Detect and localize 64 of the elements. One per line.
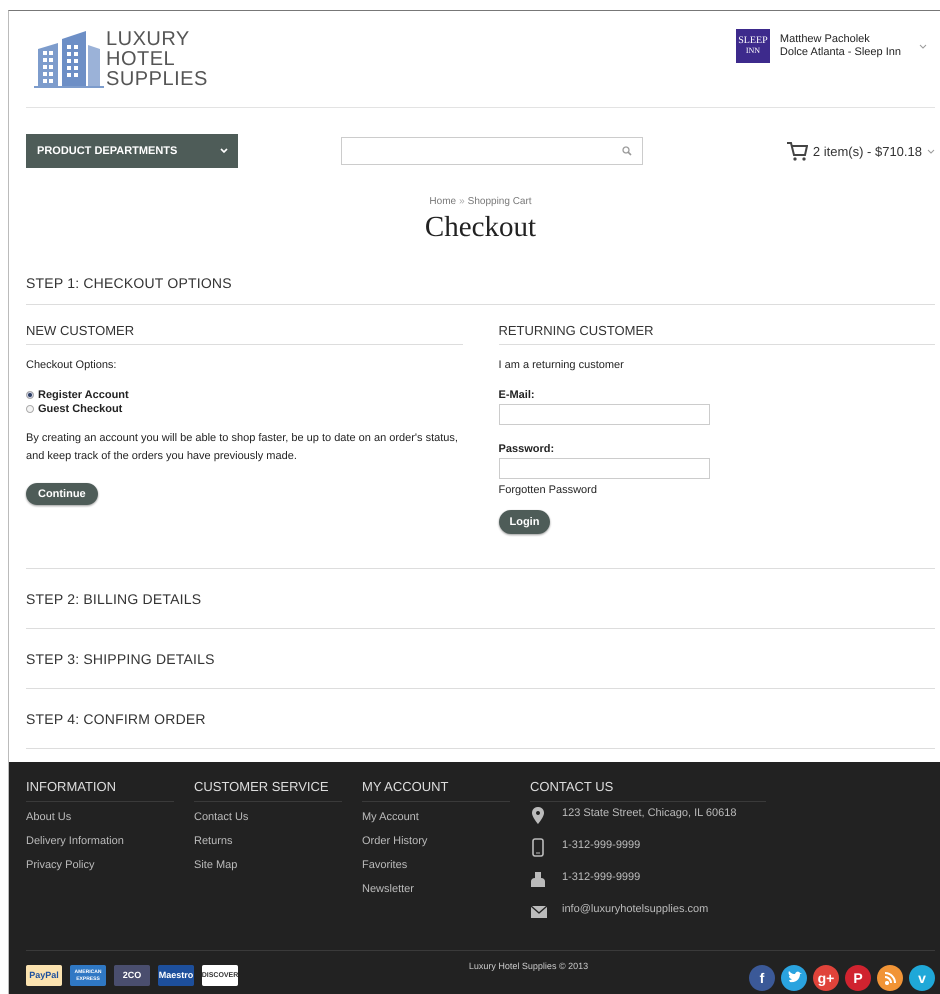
continue-button[interactable]: Continue <box>26 483 98 505</box>
step-heading[interactable]: STEP 3: SHIPPING DETAILS <box>26 629 935 688</box>
step-heading[interactable]: STEP 1: CHECKOUT OPTIONS <box>26 244 935 304</box>
property-name: Dolce Atlanta - Sleep Inn <box>780 46 901 59</box>
field-label: Password: <box>498 443 554 455</box>
forgot-password-link[interactable]: Forgotten Password <box>498 484 597 496</box>
breadcrumb-link[interactable]: Shopping Cart <box>468 196 532 207</box>
search-field[interactable] <box>340 137 643 165</box>
radio-label[interactable]: Register Account <box>38 389 129 401</box>
bird-icon[interactable] <box>780 965 807 991</box>
footer-link[interactable]: Delivery Information <box>26 835 174 859</box>
footer-link[interactable]: About Us <box>26 811 174 835</box>
chevron-down-icon <box>220 148 228 154</box>
user-name: Matthew Pacholek <box>780 33 871 46</box>
search-icon <box>622 146 632 156</box>
footer-link[interactable]: Newsletter <box>362 883 510 907</box>
google-plus-icon[interactable]: g+ <box>812 965 839 991</box>
step-heading[interactable]: STEP 4: CONFIRM ORDER <box>26 689 935 748</box>
returning-text: I am a returning customer <box>498 359 624 371</box>
contact-text: 123 State Street, Chicago, IL 60618 <box>562 807 736 819</box>
hotel-logo: SLEEP INN <box>736 29 770 63</box>
radio-button[interactable] <box>26 391 34 399</box>
email-field[interactable] <box>498 404 710 425</box>
contact-text: info@luxuryhotelsupplies.com <box>562 903 708 915</box>
page-title: Checkout <box>424 211 538 244</box>
logo-text[interactable]: LUXURY HOTEL SUPPLIES <box>106 29 208 89</box>
description-text: By creating an account you will be able to shop faster, be up to date on an order's status, and keep track of the orders you have previously made. <box>26 431 459 464</box>
footer-heading: MY ACCOUNT <box>362 762 510 802</box>
payment-card-logo: 2CO <box>114 965 150 986</box>
options-label: Checkout Options: <box>26 359 116 371</box>
footer-heading: INFORMATION <box>26 762 174 802</box>
chevron-down-icon <box>926 148 935 154</box>
payment-card-logo: PayPal <box>26 965 62 986</box>
radio-label[interactable]: Guest Checkout <box>38 403 122 415</box>
radio-button[interactable] <box>26 405 34 413</box>
step-heading[interactable]: STEP 2: BILLING DETAILS <box>26 569 935 628</box>
buildings-icon <box>34 29 104 89</box>
copyright-text: Luxury Hotel Supplies © 2013 <box>468 961 588 971</box>
chevron-down-icon <box>919 44 927 48</box>
footer-link[interactable]: Returns <box>194 835 342 859</box>
footer-heading: CONTACT US <box>530 762 766 802</box>
footer-link[interactable]: Favorites <box>362 859 510 883</box>
pinterest-icon[interactable]: P <box>844 965 871 991</box>
footer-heading: CUSTOMER SERVICE <box>194 762 342 802</box>
contact-text: 1-312-999-9999 <box>562 871 640 883</box>
section-heading: NEW CUSTOMER <box>26 323 462 345</box>
departments-menu[interactable]: PRODUCT DEPARTMENTS <box>26 134 238 168</box>
footer-link[interactable]: Contact Us <box>194 811 342 835</box>
facebook-icon[interactable]: f <box>748 965 775 991</box>
footer-link[interactable]: Site Map <box>194 859 342 883</box>
payment-card-logo: Maestro <box>158 965 194 986</box>
section-heading: RETURNING CUSTOMER <box>498 323 935 345</box>
breadcrumb-separator: » <box>459 196 465 207</box>
footer-link[interactable]: My Account <box>362 811 510 835</box>
cart-icon <box>786 141 808 161</box>
breadcrumb-link[interactable]: Home <box>429 196 456 207</box>
footer-link[interactable]: Privacy Policy <box>26 859 174 883</box>
footer-link[interactable]: Order History <box>362 835 510 859</box>
field-label: E-Mail: <box>498 389 535 401</box>
password-field[interactable] <box>498 458 710 479</box>
login-button[interactable]: Login <box>498 510 550 534</box>
contact-text: 1-312-999-9999 <box>562 839 640 851</box>
rss-icon[interactable] <box>876 965 903 991</box>
cart-summary[interactable]: 2 item(s) - $710.18 <box>812 144 922 158</box>
